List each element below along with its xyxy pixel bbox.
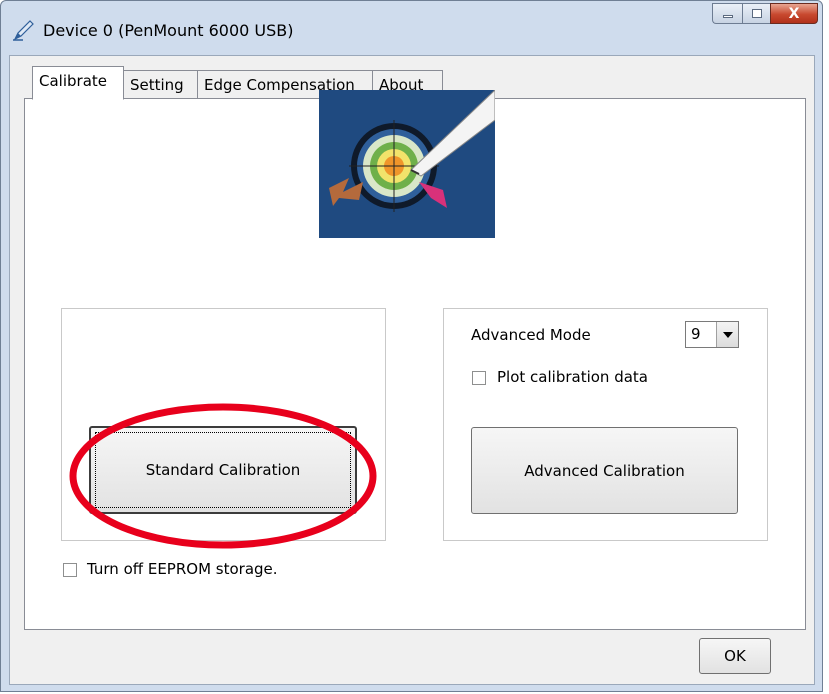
standard-calibration-label: Standard Calibration xyxy=(145,461,301,479)
minimize-button[interactable] xyxy=(712,3,742,24)
eeprom-label[interactable]: Turn off EEPROM storage. xyxy=(87,560,278,578)
advanced-mode-value: 9 xyxy=(691,325,701,343)
close-button[interactable]: X xyxy=(770,3,818,24)
close-icon: X xyxy=(788,6,800,22)
caption-buttons: X xyxy=(712,3,818,25)
dialog-window: Device 0 (PenMount 6000 USB) X Calibrate… xyxy=(0,0,823,692)
window-title: Device 0 (PenMount 6000 USB) xyxy=(43,21,294,40)
advanced-calibration-button[interactable]: Advanced Calibration xyxy=(471,427,738,514)
tab-label: Calibrate xyxy=(39,72,107,90)
plot-calibration-checkbox[interactable] xyxy=(472,371,486,385)
tab-calibrate[interactable]: Calibrate xyxy=(32,66,124,100)
advanced-mode-select[interactable]: 9 xyxy=(685,321,739,348)
maximize-button[interactable] xyxy=(742,3,770,24)
tab-setting[interactable]: Setting xyxy=(123,70,198,100)
tab-label: Setting xyxy=(130,76,184,94)
plot-calibration-label[interactable]: Plot calibration data xyxy=(497,368,648,386)
calibration-target-image xyxy=(319,90,495,238)
pen-icon xyxy=(13,20,34,41)
chevron-down-icon[interactable] xyxy=(716,322,738,347)
title-bar[interactable]: Device 0 (PenMount 6000 USB) X xyxy=(1,1,822,45)
ok-button[interactable]: OK xyxy=(699,638,771,674)
maximize-icon xyxy=(752,9,762,18)
advanced-mode-label: Advanced Mode xyxy=(471,326,591,344)
standard-calibration-button[interactable]: Standard Calibration xyxy=(89,426,357,514)
eeprom-checkbox[interactable] xyxy=(63,563,77,577)
advanced-calibration-label: Advanced Calibration xyxy=(524,461,685,480)
minimize-icon xyxy=(723,15,733,18)
ok-label: OK xyxy=(724,647,746,665)
